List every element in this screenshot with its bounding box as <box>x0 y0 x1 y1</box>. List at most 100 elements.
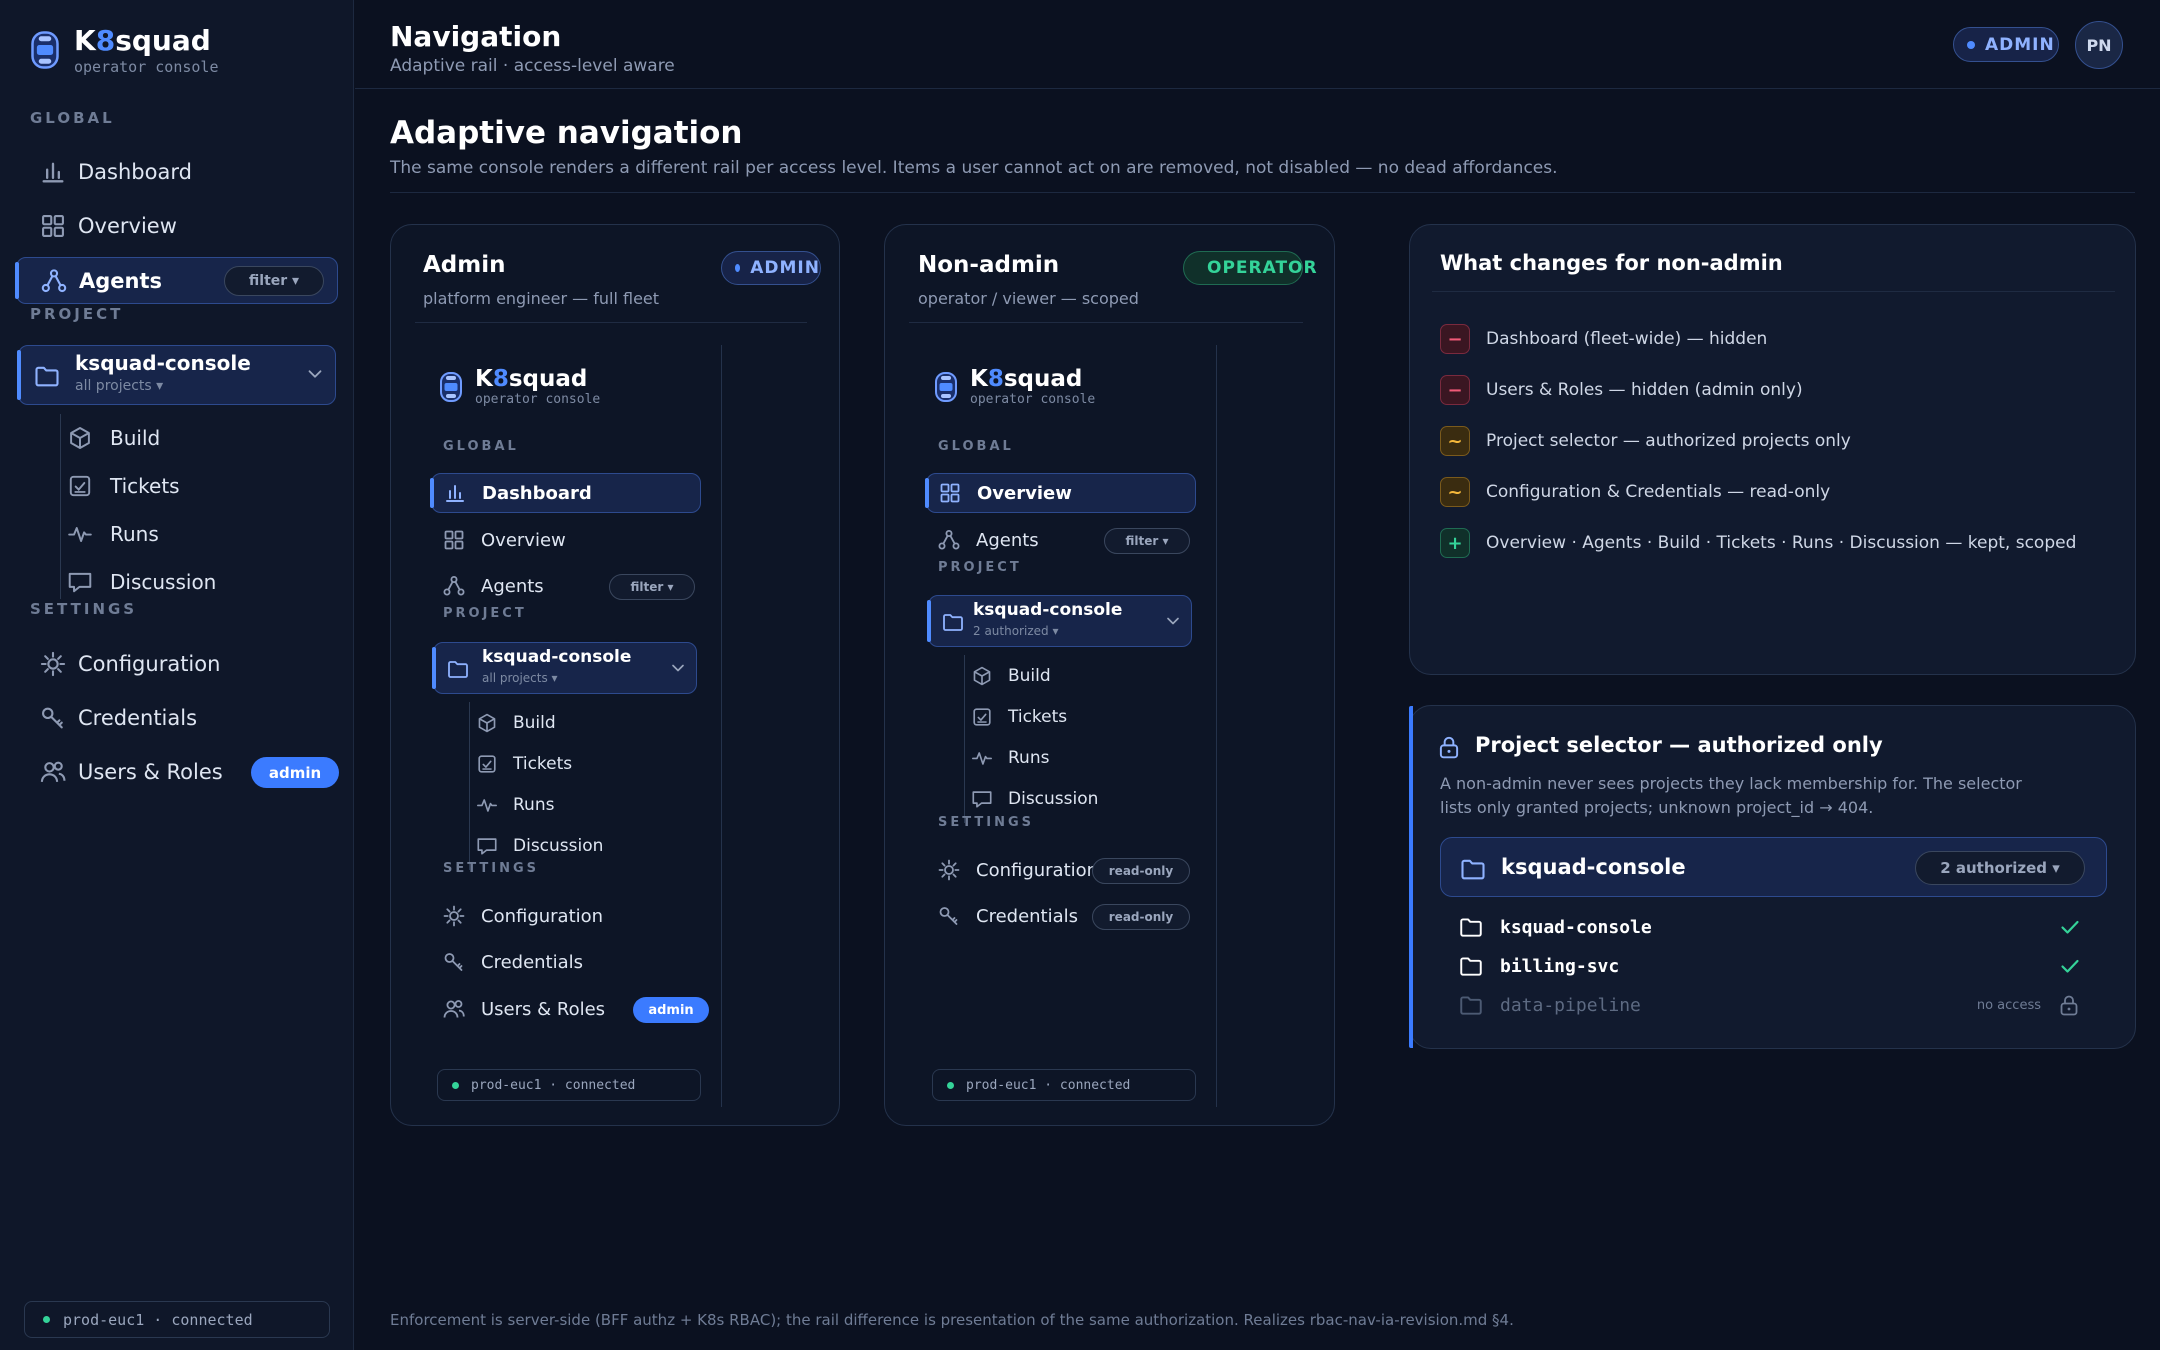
agents-filter-button[interactable]: filter ▾ <box>1104 528 1190 554</box>
admin-role-badge: ADMIN <box>721 251 821 285</box>
ticket-icon <box>62 473 98 499</box>
authorized-count-dropdown[interactable]: 2 authorized ▾ <box>1915 851 2085 885</box>
project-tree-line <box>469 702 470 870</box>
project-tree-line <box>964 655 965 823</box>
role-badge[interactable]: ADMIN <box>1953 27 2059 62</box>
rail-item-label: Agents <box>481 575 544 597</box>
change-item-removed: − Users & Roles — hidden (admin only) <box>1440 375 1803 405</box>
sidebar-item-credentials[interactable]: Credentials <box>16 691 338 745</box>
operator-role-badge: OPERATOR <box>1183 251 1317 285</box>
folder-icon <box>1458 992 1484 1018</box>
rail-item-credentials[interactable]: Credentials <box>431 942 701 982</box>
minus-icon: − <box>1440 375 1470 405</box>
rail-item-discussion[interactable]: Discussion <box>968 778 1098 819</box>
readonly-badge: read-only <box>1092 904 1190 930</box>
project-name: ksquad-console <box>75 351 251 375</box>
project-option[interactable]: billing-svc <box>1440 948 2107 984</box>
divider <box>909 322 1303 323</box>
card-subtitle: platform engineer — full fleet <box>423 289 660 308</box>
key-icon <box>28 704 78 732</box>
rail-item-runs[interactable]: Runs <box>968 737 1049 778</box>
brand-subtitle: operator console <box>970 392 1096 407</box>
ticket-icon <box>968 706 996 728</box>
rail-item-label: Configuration <box>481 905 604 927</box>
project-scope: all projects ▾ <box>75 378 164 394</box>
rail-item-label: Dashboard <box>482 482 592 504</box>
connected-status-dot <box>43 1316 50 1323</box>
divider <box>390 192 2135 193</box>
rail-item-runs[interactable]: Runs <box>473 784 554 825</box>
rail-item-label: Credentials <box>481 951 584 973</box>
main-sidebar: K8squad operator console GLOBAL Dashboar… <box>0 0 354 1350</box>
agents-icon <box>439 574 469 598</box>
role-dot <box>735 264 741 272</box>
rail-item-discussion[interactable]: Discussion <box>473 825 603 866</box>
rail-item-dashboard[interactable]: Dashboard <box>430 473 701 513</box>
sidebar-item-overview[interactable]: Overview <box>16 199 338 253</box>
chat-icon <box>473 835 501 857</box>
chat-icon <box>62 569 98 595</box>
rail-item-tickets[interactable]: Tickets <box>968 696 1067 737</box>
agents-filter-button[interactable]: filter ▾ <box>609 574 695 600</box>
card-subtitle: operator / viewer — scoped <box>918 289 1139 308</box>
sidebar-item-runs[interactable]: Runs <box>62 510 159 558</box>
brand[interactable]: K8squad operator console <box>28 24 219 76</box>
page-title: Navigation <box>390 20 562 53</box>
rail-item-tickets[interactable]: Tickets <box>473 743 572 784</box>
admin-preview-card: Admin platform engineer — full fleet ADM… <box>390 224 840 1126</box>
role-label: ADMIN <box>1985 34 2055 55</box>
sidebar-item-discussion[interactable]: Discussion <box>62 558 216 606</box>
sidebar-item-build[interactable]: Build <box>62 414 160 462</box>
rail-item-label: Configuration <box>976 859 1099 881</box>
brand-subtitle: operator console <box>74 58 219 76</box>
change-text: Project selector — authorized projects o… <box>1486 431 1851 451</box>
card-title: Non-admin <box>918 252 1060 278</box>
sidebar-item-label: Configuration <box>78 652 221 676</box>
sidebar-item-dashboard[interactable]: Dashboard <box>16 145 338 199</box>
project-option-name: data-pipeline <box>1500 994 1641 1016</box>
folder-icon <box>33 362 61 390</box>
readonly-badge: read-only <box>1092 858 1190 884</box>
rail-item-build[interactable]: Build <box>968 655 1051 696</box>
project-select-field[interactable]: ksquad-console 2 authorized ▾ <box>1440 837 2107 897</box>
rail-item-overview[interactable]: Overview <box>925 473 1196 513</box>
top-header: Navigation Adaptive rail · access-level … <box>355 0 2160 89</box>
card-title: Admin <box>423 252 506 278</box>
section-label-global: GLOBAL <box>938 439 1014 454</box>
section-label-settings: SETTINGS <box>30 600 138 618</box>
pulse-icon <box>968 747 996 769</box>
rail-item-build[interactable]: Build <box>473 702 556 743</box>
card-title: What changes for non-admin <box>1440 251 1783 275</box>
k8squad-logo-icon <box>934 368 958 406</box>
connection-label: prod-euc1 · connected <box>63 1310 253 1329</box>
rail-item-label: Build <box>513 712 556 733</box>
chat-icon <box>968 788 996 810</box>
cube-icon <box>62 425 98 451</box>
project-tree-line <box>60 414 61 599</box>
project-name: ksquad-console <box>973 600 1123 620</box>
project-selector[interactable]: ksquad-console all projects ▾ <box>17 345 336 405</box>
users-icon <box>439 997 469 1021</box>
brand-name: K8squad <box>475 366 588 392</box>
avatar[interactable]: PN <box>2075 21 2123 69</box>
connection-label: prod-euc1 · connected <box>471 1077 636 1093</box>
rail-edge <box>721 345 722 1107</box>
project-selector[interactable]: ksquad-console 2 authorized ▾ <box>927 595 1192 647</box>
grid-icon <box>935 481 965 505</box>
sidebar-item-tickets[interactable]: Tickets <box>62 462 180 510</box>
folder-icon <box>1459 855 1487 883</box>
section-label-settings: SETTINGS <box>938 815 1035 830</box>
agents-filter-button[interactable]: filter ▾ <box>224 266 324 296</box>
rail-item-configuration[interactable]: Configuration <box>431 896 701 936</box>
sidebar-item-configuration[interactable]: Configuration <box>16 637 338 691</box>
section-label-project: PROJECT <box>443 606 527 621</box>
key-icon <box>439 950 469 974</box>
tilde-icon: ~ <box>1440 426 1470 456</box>
rail-item-overview[interactable]: Overview <box>431 520 701 560</box>
chevron-down-icon <box>304 363 326 385</box>
project-option[interactable]: ksquad-console <box>1440 909 2107 945</box>
role-label: OPERATOR <box>1207 258 1318 278</box>
project-selector[interactable]: ksquad-console all projects ▾ <box>432 642 697 694</box>
nonadmin-preview-card: Non-admin operator / viewer — scoped OPE… <box>884 224 1335 1126</box>
section-label-project: PROJECT <box>938 560 1022 575</box>
